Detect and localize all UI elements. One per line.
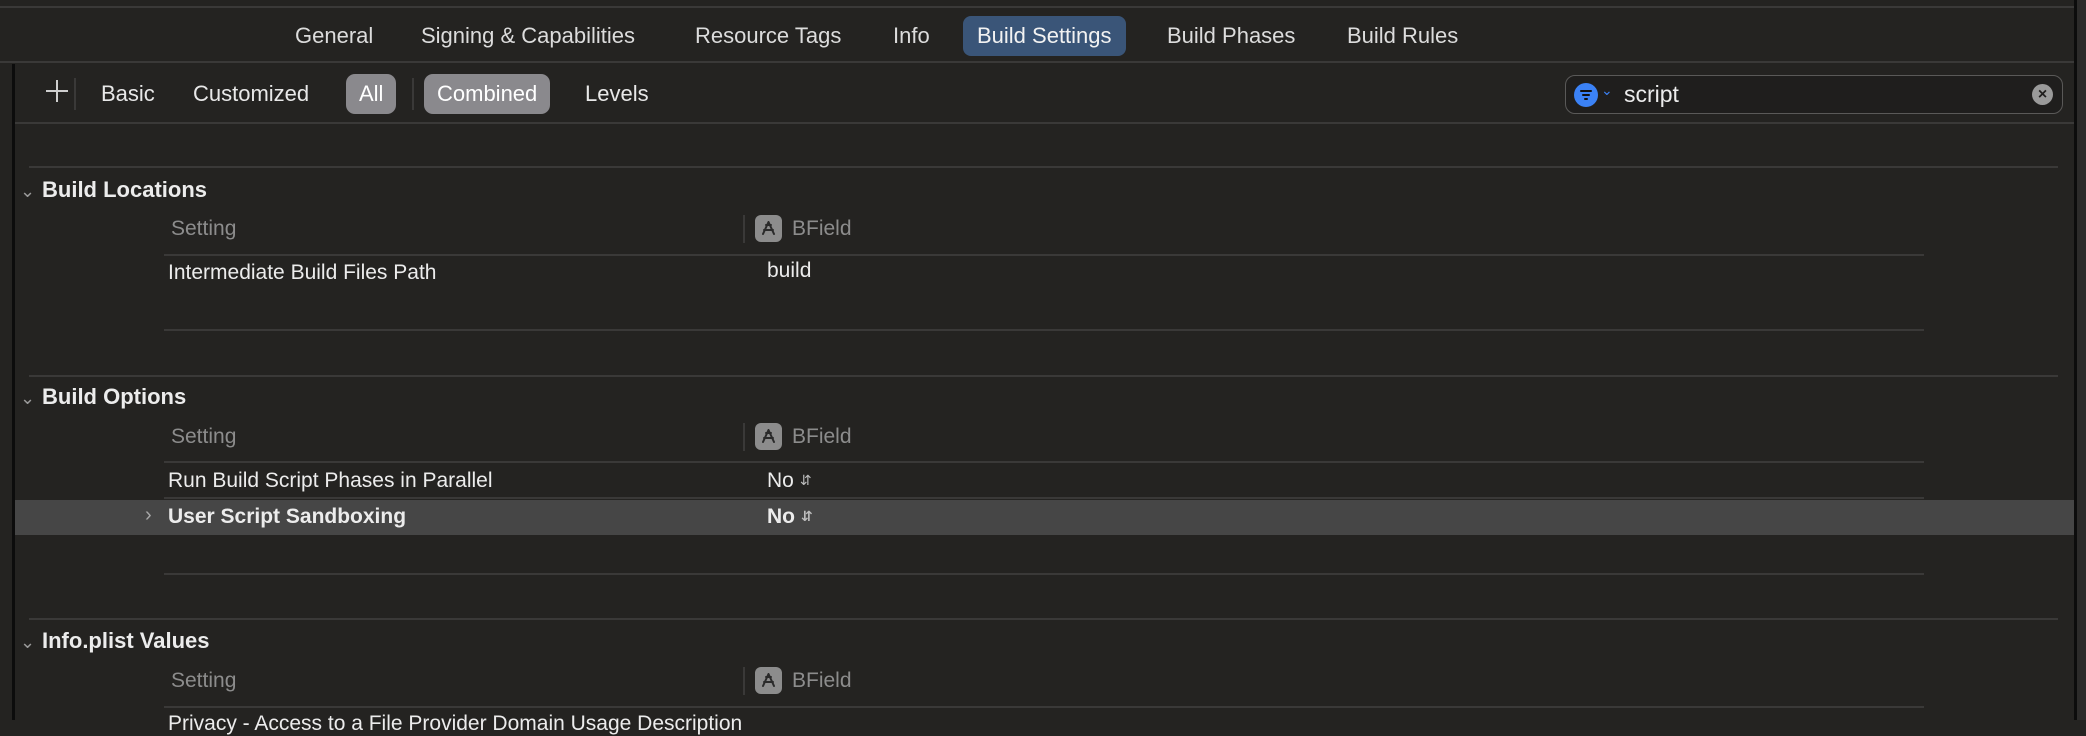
column-divider — [743, 423, 745, 451]
tab-build-phases[interactable]: Build Phases — [1153, 16, 1309, 56]
section-title: Info.plist Values — [42, 628, 210, 653]
filter-all-button[interactable]: All — [346, 74, 397, 114]
setting-value: No — [767, 469, 794, 492]
chevron-down-icon: ⌄ — [20, 632, 36, 652]
up-down-chevron-icon: ⇵ — [799, 472, 812, 488]
target-column-header: BField — [792, 217, 852, 240]
tab-info[interactable]: Info — [879, 16, 944, 56]
chevron-down-icon: ⌄ — [20, 181, 36, 201]
up-down-chevron-icon: ⇵ — [801, 508, 813, 524]
tab-build-settings[interactable]: Build Settings — [963, 16, 1126, 56]
section-header-build-options[interactable]: ⌄ Build Options — [20, 381, 186, 413]
search-input[interactable] — [1624, 79, 2004, 109]
section-title: Build Options — [42, 384, 187, 409]
app-target-icon — [755, 215, 782, 242]
search-field[interactable]: ⌄ × — [1565, 75, 2063, 114]
target-column-header: BField — [792, 669, 852, 692]
setting-value: No — [767, 505, 795, 528]
tab-build-rules[interactable]: Build Rules — [1333, 16, 1472, 56]
toolbar-divider — [412, 78, 414, 110]
build-settings-filter-bar: Basic Customized All Combined Levels ⌄ × — [14, 64, 2074, 123]
left-pane-border — [12, 64, 15, 720]
chevron-down-icon: ⌄ — [20, 388, 36, 408]
chevron-down-icon[interactable]: ⌄ — [1601, 82, 1613, 99]
row-divider — [164, 497, 1924, 499]
row-divider — [164, 706, 1924, 708]
column-header-setting: Setting — [171, 669, 237, 692]
section-header-build-locations[interactable]: ⌄ Build Locations — [20, 174, 207, 206]
app-target-icon — [755, 423, 782, 450]
row-divider — [164, 461, 1924, 463]
add-setting-button[interactable] — [44, 78, 70, 104]
setting-value-popup[interactable]: No ⇵ — [767, 469, 812, 493]
setting-name: Privacy - Access to a File Provider Doma… — [168, 712, 743, 735]
clear-icon[interactable]: × — [2032, 84, 2053, 105]
setting-name: User Script Sandboxing — [168, 505, 407, 528]
row-divider — [164, 254, 1924, 256]
section-divider — [29, 618, 2058, 620]
setting-name: Intermediate Build Files Path — [168, 261, 437, 284]
toolbar-divider — [74, 78, 76, 110]
column-header-setting: Setting — [171, 425, 237, 448]
app-target-icon — [755, 667, 782, 694]
column-divider — [743, 667, 745, 695]
tab-general[interactable]: General — [281, 16, 387, 56]
tab-signing-capabilities[interactable]: Signing & Capabilities — [407, 16, 649, 56]
filter-icon[interactable] — [1574, 83, 1598, 107]
tab-resource-tags[interactable]: Resource Tags — [681, 16, 855, 56]
section-title: Build Locations — [42, 177, 207, 202]
section-divider — [29, 375, 2058, 377]
setting-value[interactable]: build — [767, 259, 811, 283]
row-divider — [164, 329, 1924, 331]
editor-tab-bar: General Signing & Capabilities Resource … — [0, 8, 2086, 62]
right-pane — [2077, 0, 2086, 720]
view-levels-button[interactable]: Levels — [572, 74, 662, 114]
section-divider — [29, 166, 2058, 168]
setting-name: Run Build Script Phases in Parallel — [168, 469, 493, 492]
chevron-right-icon[interactable]: › — [145, 504, 152, 527]
setting-value-popup[interactable]: No ⇵ — [767, 505, 813, 529]
view-combined-button[interactable]: Combined — [424, 74, 551, 114]
row-divider — [164, 573, 1924, 575]
target-column-header: BField — [792, 425, 852, 448]
filter-basic-button[interactable]: Basic — [88, 74, 168, 114]
column-divider — [743, 215, 745, 243]
column-header-setting: Setting — [171, 217, 237, 240]
filter-customized-button[interactable]: Customized — [180, 74, 322, 114]
section-header-info-plist-values[interactable]: ⌄ Info.plist Values — [20, 625, 209, 657]
